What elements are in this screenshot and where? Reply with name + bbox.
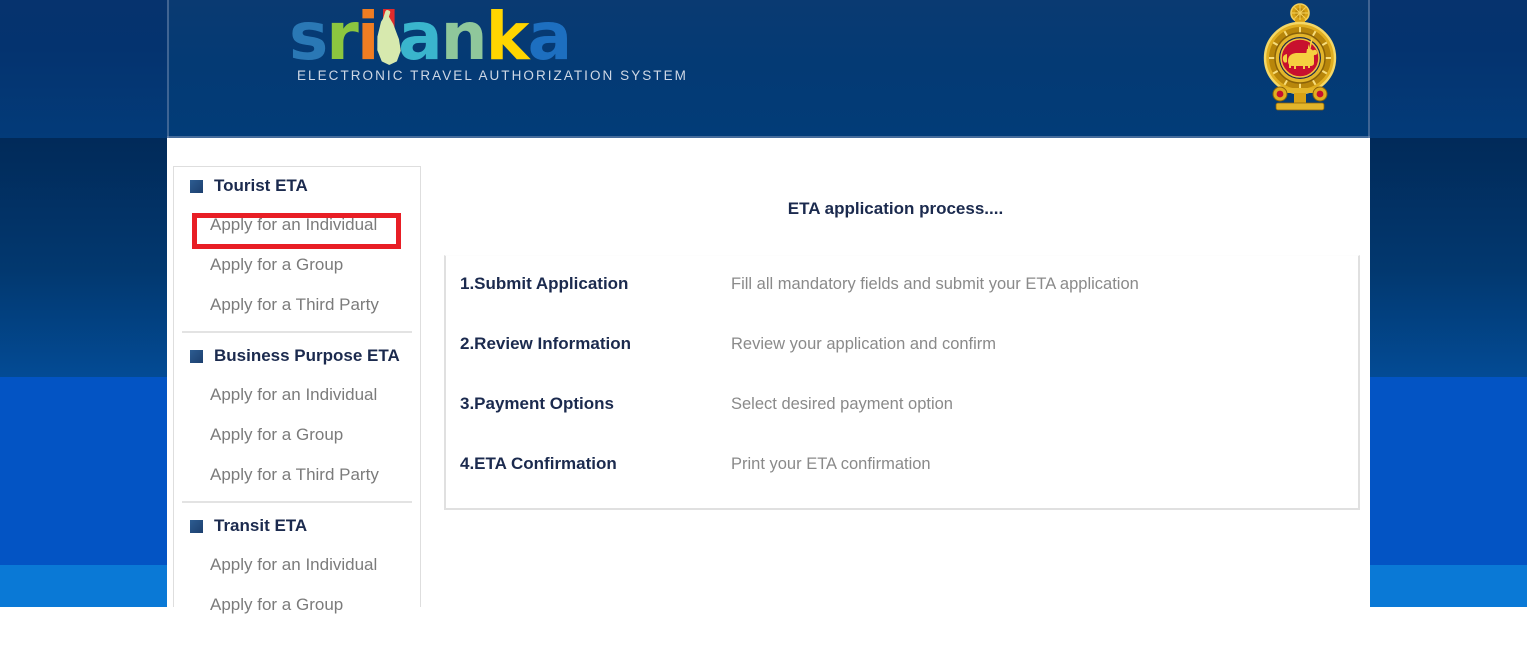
sidebar-divider-2 (182, 501, 412, 503)
logo-letter-a-second: a (527, 0, 573, 75)
sidebar-item-tourist-third-party[interactable]: Apply for a Third Party (174, 285, 420, 325)
process-step-title: 4.ETA Confirmation (460, 454, 617, 473)
process-step-title: 1.Submit Application (460, 274, 629, 293)
process-step-description: Print your ETA confirmation (731, 455, 931, 473)
page-root: srilanka ELECTRONIC TRAVEL AUTHORIZATION… (0, 0, 1527, 648)
site-logo[interactable]: srilanka ELECTRONIC TRAVEL AUTHORIZATION… (289, 2, 686, 94)
process-step-row: 4.ETA Confirmation Print your ETA confir… (446, 454, 1358, 514)
process-step-title: 3.Payment Options (460, 394, 614, 413)
square-bullet-icon (190, 349, 203, 363)
sidebar-item-tourist-individual[interactable]: Apply for an Individual (174, 205, 420, 245)
sidebar-group-heading-tourist-eta: Tourist ETA (174, 167, 420, 205)
square-bullet-icon (190, 519, 203, 533)
process-step-row: 1.Submit Application Fill all mandatory … (446, 274, 1358, 334)
site-header: srilanka ELECTRONIC TRAVEL AUTHORIZATION… (167, 0, 1370, 138)
content-area: Tourist ETA Apply for an Individual Appl… (167, 138, 1370, 614)
process-step-row: 3.Payment Options Select desired payment… (446, 394, 1358, 454)
logo-letter-k: k (485, 0, 530, 75)
logo-letter-a-first: a (398, 0, 443, 75)
sidebar-item-business-individual[interactable]: Apply for an Individual (174, 375, 420, 415)
sidebar-divider-1 (182, 331, 412, 333)
process-step-title: 2.Review Information (460, 334, 631, 353)
sri-lanka-national-emblem-icon (1250, 2, 1350, 112)
logo-tagline: ELECTRONIC TRAVEL AUTHORIZATION SYSTEM (297, 68, 688, 83)
process-step-row: 2.Review Information Review your applica… (446, 334, 1358, 394)
process-step-description: Select desired payment option (731, 395, 953, 413)
process-steps-panel: 1.Submit Application Fill all mandatory … (444, 255, 1360, 510)
sidebar-group-title: Tourist ETA (214, 176, 308, 195)
process-title: ETA application process.... (787, 199, 1004, 218)
sidebar-item-tourist-group[interactable]: Apply for a Group (174, 245, 420, 285)
header-right-edge (1368, 0, 1370, 138)
square-bullet-icon (190, 179, 203, 193)
process-step-description: Review your application and confirm (731, 335, 997, 353)
logo-wordmark: srilanka (289, 2, 669, 72)
logo-letter-n: n (440, 0, 488, 75)
sidebar-navigation: Tourist ETA Apply for an Individual Appl… (173, 166, 421, 614)
sidebar-item-transit-group[interactable]: Apply for a Group (174, 585, 420, 625)
sidebar-item-business-third-party[interactable]: Apply for a Third Party (174, 455, 420, 495)
sidebar-group-business-purpose-eta: Business Purpose ETA Apply for an Indivi… (174, 337, 420, 495)
logo-letter-s: s (289, 0, 328, 75)
sidebar-group-title: Business Purpose ETA (214, 346, 400, 365)
logo-letter-r: r (326, 0, 359, 75)
sidebar-group-heading-transit-eta: Transit ETA (174, 507, 420, 545)
sidebar-group-title: Transit ETA (214, 516, 308, 535)
sidebar-group-tourist-eta: Tourist ETA Apply for an Individual Appl… (174, 167, 420, 325)
sidebar-item-business-group[interactable]: Apply for a Group (174, 415, 420, 455)
sidebar-item-transit-individual[interactable]: Apply for an Individual (174, 545, 420, 585)
sidebar-group-transit-eta: Transit ETA Apply for an Individual Appl… (174, 507, 420, 625)
main-content: ETA application process.... 1.Submit App… (421, 166, 1370, 607)
header-left-edge (167, 0, 169, 138)
sidebar-group-heading-business-purpose-eta: Business Purpose ETA (174, 337, 420, 375)
site-container: srilanka ELECTRONIC TRAVEL AUTHORIZATION… (167, 0, 1370, 614)
process-step-description: Fill all mandatory fields and submit you… (731, 275, 1139, 293)
logo-letter-i: i (356, 0, 380, 75)
